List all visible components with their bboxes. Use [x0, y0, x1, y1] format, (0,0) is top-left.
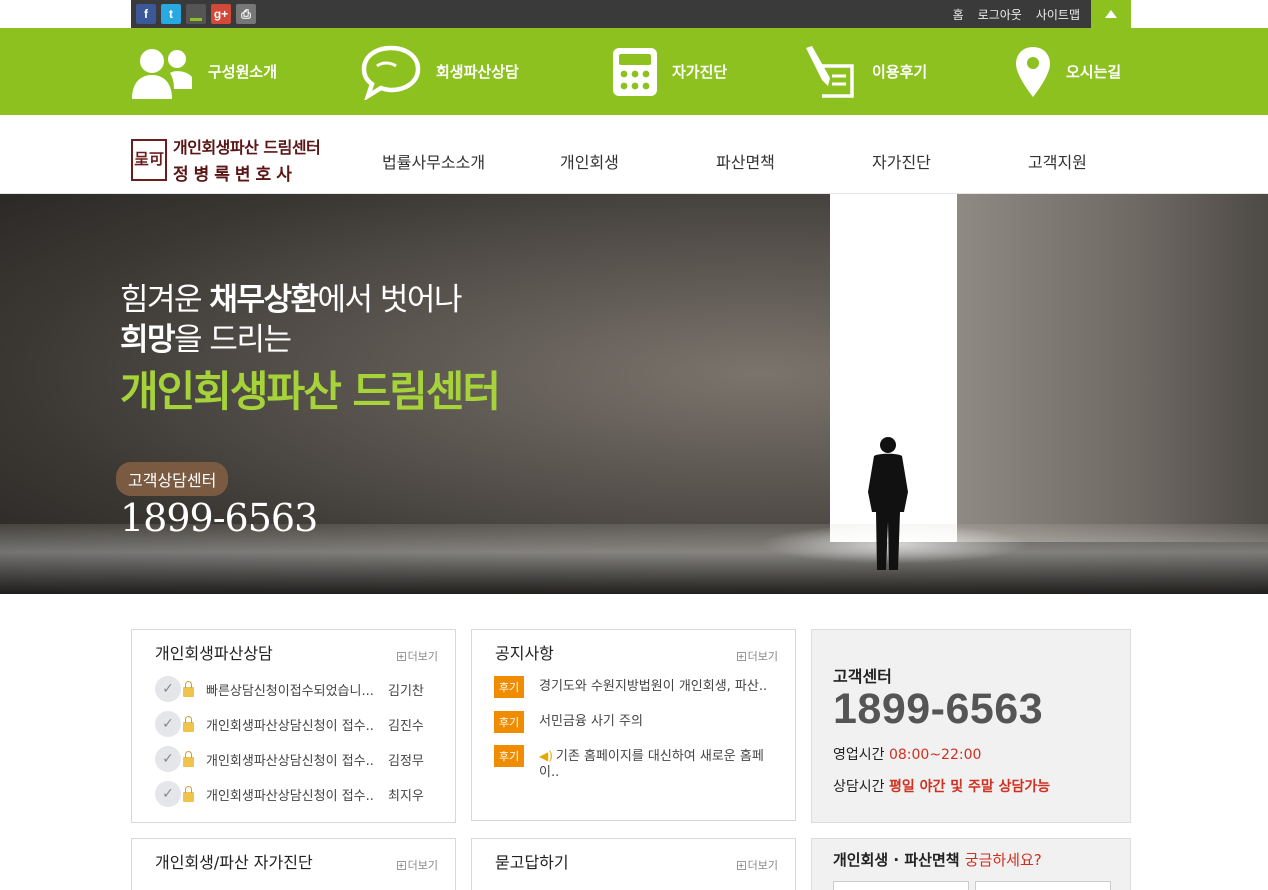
- lock-icon: [183, 681, 194, 697]
- top-bar: f t g+ ⎙ 홈 로그아웃 사이트맵: [0, 0, 1268, 28]
- print-icon[interactable]: ⎙: [236, 4, 256, 24]
- review-badge: 후기: [494, 676, 524, 698]
- facebook-icon[interactable]: f: [136, 4, 156, 24]
- scroll-top-button[interactable]: [1091, 0, 1131, 28]
- notice-box: 공지사항 + 더보기 후기 경기도와 수원지방법원이 개인회생, 파산.. 후기 …: [471, 629, 796, 821]
- quick-menu-label: 이용후기: [872, 63, 928, 81]
- hero-phone: 1899-6563: [120, 496, 318, 540]
- nav-item-rehabilitation[interactable]: 개인회생: [560, 149, 619, 173]
- plus-icon: +: [396, 651, 406, 661]
- logo-line-1: 개인회생파산 드림센터: [173, 138, 321, 157]
- notice-title: 공지사항: [495, 644, 554, 663]
- quick-menu-label: 구성원소개: [208, 63, 278, 81]
- people-icon: [132, 48, 192, 99]
- social-links: f t g+ ⎙: [136, 4, 256, 24]
- hero-banner: 힘겨운 채무상환에서 벗어나 희망을 드리는 개인회생파산 드림센터 고객상담센…: [0, 194, 1268, 594]
- speaker-icon: ◀): [539, 749, 553, 763]
- review-badge: 후기: [494, 711, 524, 733]
- quick-menu-bar: 구성원소개 회생파산상담 자가진단 이용후기 오시는길: [0, 28, 1268, 115]
- lock-icon: [183, 716, 194, 732]
- quick-menu-consult[interactable]: 회생파산상담: [360, 28, 519, 115]
- question-box: 개인회생 · 파산면책 궁금하세요?: [811, 838, 1131, 890]
- logout-link[interactable]: 로그아웃: [978, 6, 1022, 23]
- phone-input[interactable]: [975, 881, 1111, 890]
- quick-menu-members[interactable]: 구성원소개: [130, 28, 277, 115]
- customer-center-phone: 1899-6563: [833, 685, 1044, 733]
- notice-more-link[interactable]: + 더보기: [736, 648, 778, 664]
- top-links: 홈 로그아웃 사이트맵: [953, 0, 1080, 28]
- map-pin-icon: [1016, 46, 1050, 97]
- quick-menu-directions[interactable]: 오시는길: [1014, 28, 1121, 115]
- hero-headline-3: 개인회생파산 드림센터: [120, 367, 501, 416]
- selfcheck-box: 개인회생/파산 자가진단 + 더보기: [131, 838, 456, 890]
- nav-item-support[interactable]: 고객지원: [1028, 149, 1087, 173]
- hero-headline-2: 희망을 드리는: [120, 322, 292, 358]
- list-item[interactable]: ✓ 개인회생파산상담신청이 접수.. 최지우: [155, 780, 424, 808]
- qna-more-link[interactable]: + 더보기: [736, 857, 778, 873]
- nav-item-law-office[interactable]: 법률사무소소개: [382, 149, 485, 173]
- sitemap-link[interactable]: 사이트맵: [1036, 6, 1080, 23]
- customer-center-badge: 고객상담센터: [116, 462, 229, 496]
- man-silhouette: [868, 437, 908, 570]
- nav-item-bankruptcy[interactable]: 파산면책: [716, 149, 775, 173]
- site-logo[interactable]: 呈可 개인회생파산 드림센터 정병록변호사: [131, 134, 321, 185]
- plus-icon: +: [736, 860, 746, 870]
- site-header: 呈可 개인회생파산 드림센터 정병록변호사 법률사무소소개 개인회생 파산면책 …: [0, 115, 1268, 194]
- list-item[interactable]: 후기 ◀) 기존 홈페이지를 대신하여 새로운 홈페이..: [494, 745, 774, 781]
- quick-menu-label: 자가진단: [672, 63, 728, 81]
- quick-menu-selfcheck[interactable]: 자가진단: [612, 28, 727, 115]
- list-item[interactable]: 후기 서민금융 사기 주의: [494, 711, 774, 733]
- question-title: 개인회생 · 파산면책 궁금하세요?: [833, 851, 1042, 869]
- quick-menu-label: 오시는길: [1066, 63, 1122, 81]
- selfcheck-more-link[interactable]: + 더보기: [396, 857, 438, 873]
- check-icon: ✓: [155, 746, 181, 772]
- list-item[interactable]: ✓ 개인회생파산상담신청이 접수.. 김진수: [155, 710, 424, 738]
- list-item[interactable]: ✓ 개인회생파산상담신청이 접수.. 김정무: [155, 745, 424, 773]
- check-icon: ✓: [155, 676, 181, 702]
- hero-headline-1: 힘겨운 채무상환에서 벗어나: [120, 282, 462, 318]
- qna-title: 묻고답하기: [495, 853, 569, 872]
- customer-center-title: 고객센터: [833, 667, 892, 686]
- lock-icon: [183, 751, 194, 767]
- qna-box: 묻고답하기 + 더보기: [471, 838, 796, 890]
- consult-hours: 상담시간 평일 야간 및 주말 상담가능: [833, 779, 1051, 795]
- review-badge: 후기: [494, 745, 524, 767]
- customer-center-box: 고객센터 1899-6563 영업시간 08:00~22:00 상담시간 평일 …: [811, 629, 1131, 823]
- quick-menu-reviews[interactable]: 이용후기: [802, 28, 927, 115]
- business-hours: 영업시간 08:00~22:00: [833, 747, 982, 763]
- home-link[interactable]: 홈: [953, 6, 964, 23]
- list-item[interactable]: ✓ 빠른상담신청이접수되었습니... 김기찬: [155, 675, 424, 703]
- speech-bubble-icon: [361, 45, 421, 100]
- pen-paper-icon: [806, 45, 854, 98]
- plus-icon: +: [736, 651, 746, 661]
- nav-item-selfcheck[interactable]: 자가진단: [872, 149, 931, 173]
- list-item[interactable]: 후기 경기도와 수원지방법원이 개인회생, 파산..: [494, 676, 774, 698]
- bookmark-icon[interactable]: [186, 4, 206, 24]
- consult-box: 개인회생파산상담 + 더보기 ✓ 빠른상담신청이접수되었습니... 김기찬 ✓ 개인…: [131, 629, 456, 823]
- logo-text: 개인회생파산 드림센터 정병록변호사: [173, 134, 321, 185]
- logo-seal: 呈可: [131, 138, 167, 181]
- consult-title: 개인회생파산상담: [155, 644, 273, 663]
- name-input[interactable]: [833, 881, 969, 890]
- check-icon: ✓: [155, 711, 181, 737]
- calculator-icon: [613, 47, 657, 96]
- page: f t g+ ⎙ 홈 로그아웃 사이트맵 구성원소개 회생파산상담 자가진단 이: [0, 0, 1268, 890]
- check-icon: ✓: [155, 781, 181, 807]
- plus-icon: +: [396, 860, 406, 870]
- hero-wall: [957, 194, 1268, 542]
- logo-line-2: 정병록변호사: [173, 165, 297, 185]
- consult-more-link[interactable]: + 더보기: [396, 648, 438, 664]
- selfcheck-title: 개인회생/파산 자가진단: [155, 853, 313, 872]
- lock-icon: [183, 786, 194, 802]
- twitter-icon[interactable]: t: [161, 4, 181, 24]
- quick-menu-label: 회생파산상담: [436, 63, 519, 81]
- google-plus-icon[interactable]: g+: [211, 4, 231, 24]
